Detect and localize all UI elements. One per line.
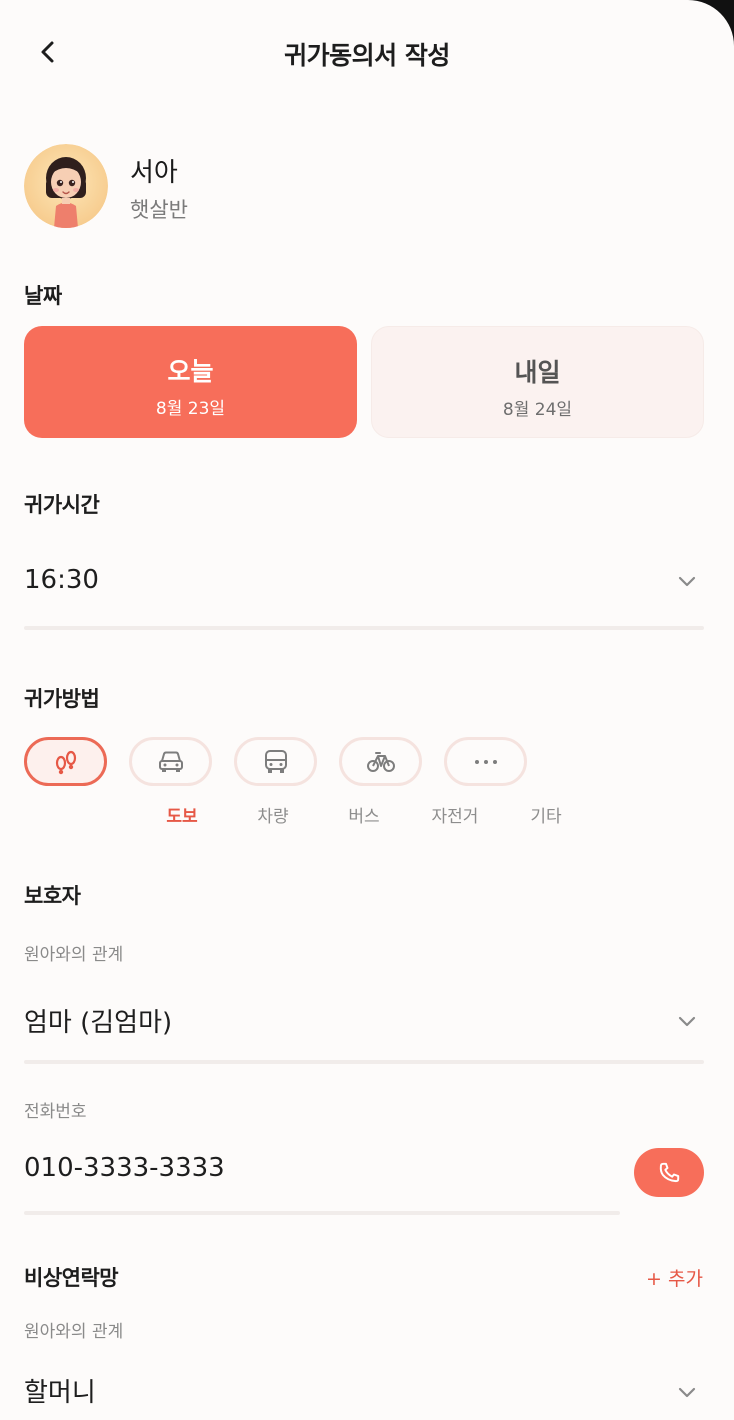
phone-icon: [659, 1162, 680, 1182]
time-select[interactable]: 16:30: [24, 565, 99, 595]
page-title: 귀가동의서 작성: [284, 41, 450, 70]
bicycle-icon: [366, 751, 395, 772]
child-class: 햇살반: [130, 198, 188, 222]
app-screen: 귀가동의서 작성 서아 햇살반 날짜 오늘 8월 23일 내일 8월 24일 귀…: [0, 0, 734, 1420]
chevron-down-icon[interactable]: [676, 1381, 698, 1403]
method-walk-button[interactable]: [24, 737, 107, 786]
method-label-other[interactable]: 기타: [501, 802, 591, 827]
child-name: 서아: [130, 158, 178, 188]
divider: [24, 1211, 620, 1215]
method-label-walk[interactable]: 도보: [137, 802, 227, 827]
method-car-button[interactable]: [129, 737, 212, 786]
time-section-label: 귀가시간: [24, 493, 100, 517]
divider: [24, 626, 704, 630]
method-label-bus[interactable]: 버스: [319, 802, 409, 827]
chevron-down-icon[interactable]: [676, 1010, 698, 1032]
method-bicycle-button[interactable]: [339, 737, 422, 786]
guardian-phone-label: 전화번호: [24, 1102, 87, 1122]
add-emergency-contact-button[interactable]: + 추가: [646, 1264, 703, 1291]
method-bus-button[interactable]: [234, 737, 317, 786]
method-other-button[interactable]: [444, 737, 527, 786]
child-avatar: [24, 144, 108, 228]
guardian-phone-field[interactable]: 010-3333-3333: [24, 1153, 225, 1183]
footprints-icon: [55, 750, 76, 774]
call-button[interactable]: [634, 1148, 704, 1197]
emergency-section-label: 비상연락망: [24, 1266, 119, 1290]
header: 귀가동의서 작성: [0, 0, 734, 106]
divider: [24, 1060, 704, 1064]
guardian-relation-label: 원아와의 관계: [24, 945, 124, 965]
emergency-relation-select[interactable]: 할머니: [24, 1372, 96, 1409]
date-option-today[interactable]: 오늘 8월 23일: [24, 326, 357, 438]
car-icon: [158, 751, 183, 772]
date-option-label: 오늘: [167, 357, 214, 386]
date-section-label: 날짜: [24, 284, 62, 308]
more-icon: [474, 759, 497, 764]
method-section-label: 귀가방법: [24, 687, 100, 711]
date-option-label: 내일: [514, 358, 561, 387]
guardian-section-label: 보호자: [24, 884, 81, 908]
emergency-relation-label: 원아와의 관계: [24, 1322, 124, 1342]
date-option-tomorrow[interactable]: 내일 8월 24일: [371, 326, 704, 438]
method-label-bicycle[interactable]: 자전거: [410, 802, 500, 827]
bus-icon: [264, 749, 287, 773]
method-label-car[interactable]: 차량: [228, 802, 318, 827]
date-option-date: 8월 23일: [155, 399, 226, 419]
guardian-relation-select[interactable]: 엄마 (김엄마): [24, 1002, 172, 1039]
date-option-date: 8월 24일: [502, 400, 573, 420]
chevron-down-icon[interactable]: [676, 570, 698, 592]
